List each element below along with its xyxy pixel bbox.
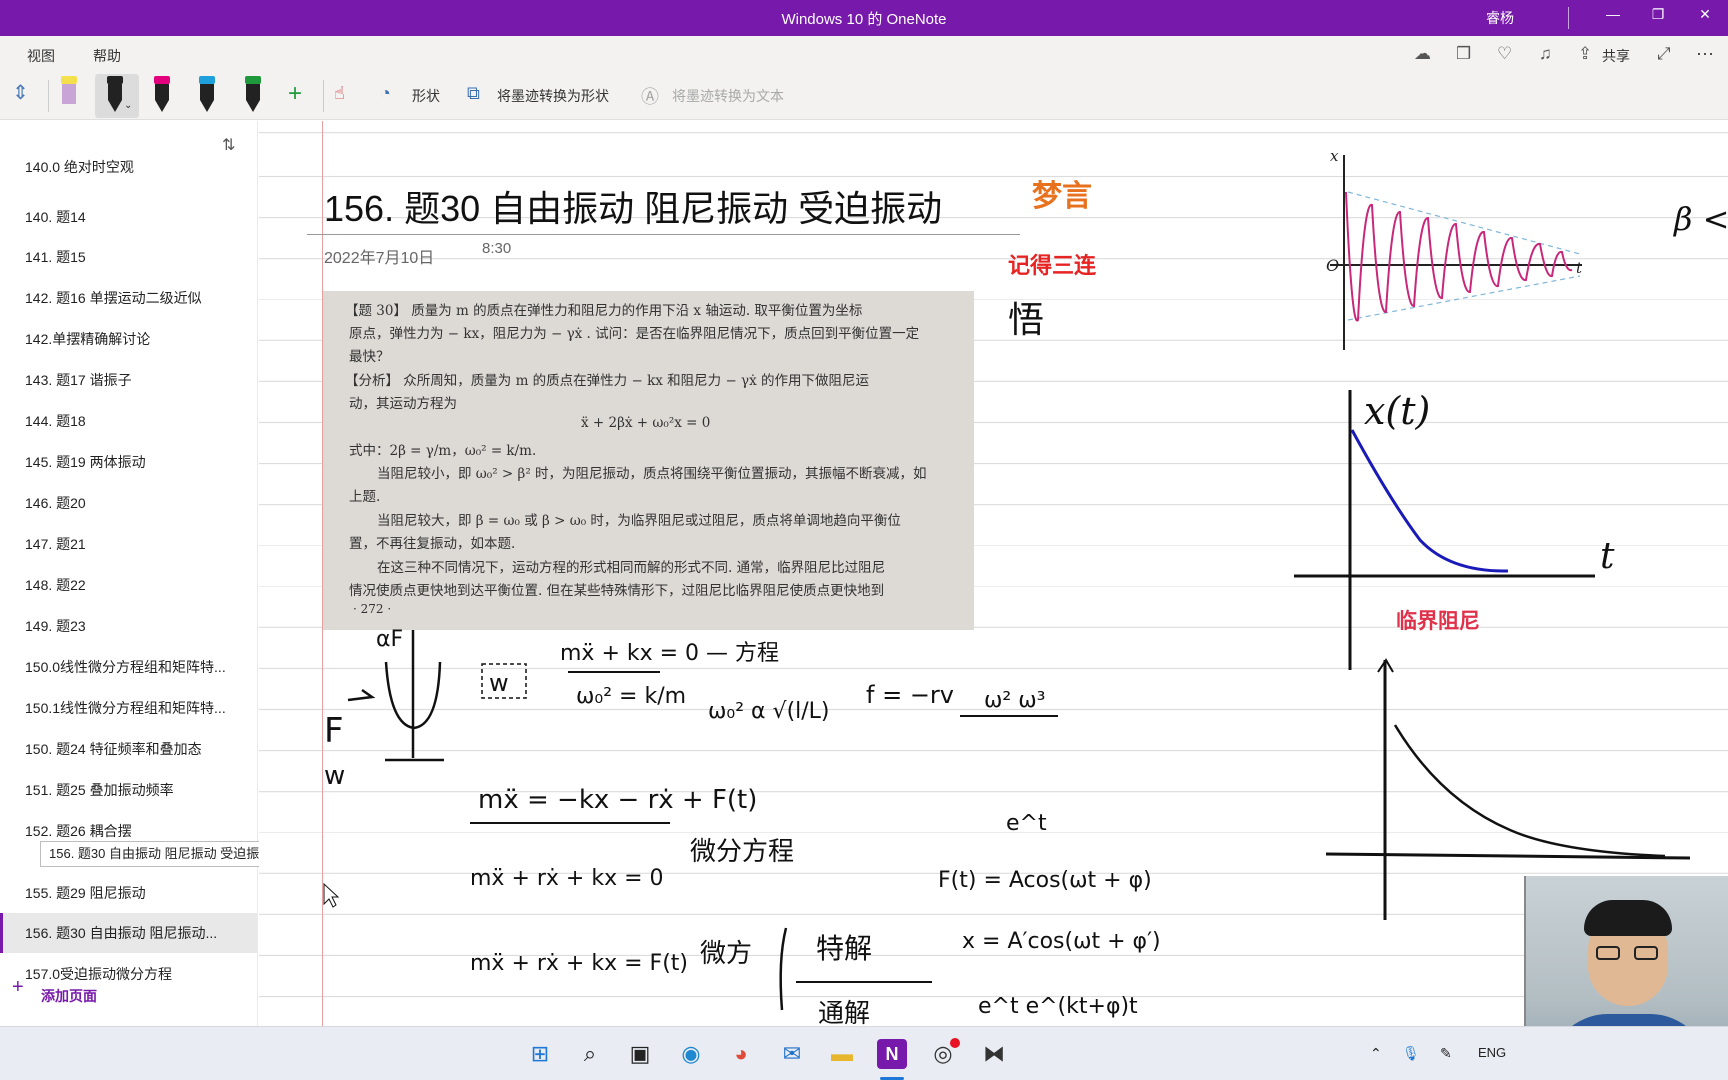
ink-eq: F(t) = Acos(ωt + φ) [938,868,1152,893]
pinned-app-icon[interactable]: ⧓ [976,1036,1012,1072]
ink-eq: mẍ + kx = 0 — 方程 [560,641,779,666]
ink-left-F: F [324,711,344,751]
ink-eq: ω₀² α √(l/L) [708,699,830,724]
search-icon[interactable]: ⌕ [572,1036,608,1072]
mouse-cursor [323,882,340,908]
damped-graph-origin: O [1326,256,1339,275]
tray-chevron-icon[interactable]: ⌃ [1370,1045,1382,1062]
edge-browser-icon[interactable]: ◉ [673,1036,709,1072]
ink-eq: e^t e^(kt+φ)t [978,994,1138,1019]
critical-graph-ylabel: x(t) [1364,389,1430,433]
ink-layer: x t O x(t) t 临界阻尼 F w αF w 梦言 记得三连 悟 β <… [323,147,1728,1029]
ink-eq: mẍ + rẋ + kx = 0 [470,866,664,891]
start-windows-icon[interactable]: ⊞ [522,1036,558,1072]
ink-eq: f = −rv [866,681,954,709]
onenote-app-icon[interactable]: N [877,1039,907,1069]
critical-graph-caption: 临界阻尼 [1396,609,1480,633]
pen-tray-icon[interactable]: ✎ [1440,1045,1452,1062]
ink-eq: 微方 [700,939,752,969]
damped-oscillation-graph [1330,155,1582,350]
task-view-icon[interactable]: ▣ [622,1036,658,1072]
ink-eq: e^t [1006,811,1047,836]
ink-eq: ω₀² = k/m [576,684,686,709]
ink-eq: mẍ = −kx − rẋ + F(t) [478,785,757,815]
ink-equations: mẍ + kx = 0 — 方程 ω₀² = k/m ω₀² α √(l/L) … [470,641,1161,1029]
file-explorer-icon[interactable]: ▬ [824,1036,860,1072]
damped-graph-xlabel: t [1576,259,1583,277]
ink-eq: x = A′cos(ωt + φ′) [962,929,1161,954]
mail-icon[interactable]: ✉ [774,1036,810,1072]
notification-dot [950,1038,960,1048]
chrome-browser-icon[interactable]: ◕ [723,1036,759,1072]
ink-black-char: 悟 [1008,300,1044,341]
microphone-icon[interactable]: 🎙 [1402,1045,1420,1062]
ink-eq: mẍ + rẋ + kx = F(t) [470,951,688,976]
taskbar: ⊞ ⌕ ▣ ◉ ◕ ✉ ▬ N ◎ ⧓ ⌃ 🎙 ✎ ENG [0,1026,1728,1080]
ink-eq: 通解 [818,999,870,1029]
language-indicator[interactable]: ENG [1478,1045,1506,1060]
ink-red-top: 梦言 [1032,179,1092,214]
ink-eq: ω² ω³ [984,688,1045,713]
ink-red-remember: 记得三连 [1008,253,1097,279]
ink-left-w: w [324,761,345,791]
person-hair [1584,900,1672,936]
glasses-left [1596,946,1620,960]
ink-alpha-F: αF [376,627,403,652]
critical-graph-xlabel: t [1600,536,1615,577]
ink-eq: 特解 [816,932,872,965]
ink-right-edge: β < ω [1673,200,1728,238]
damped-graph-ylabel: x [1330,147,1339,165]
glasses-right [1634,946,1658,960]
ink-eq: 微分方程 [690,837,794,867]
ink-w-box: w [489,669,509,697]
